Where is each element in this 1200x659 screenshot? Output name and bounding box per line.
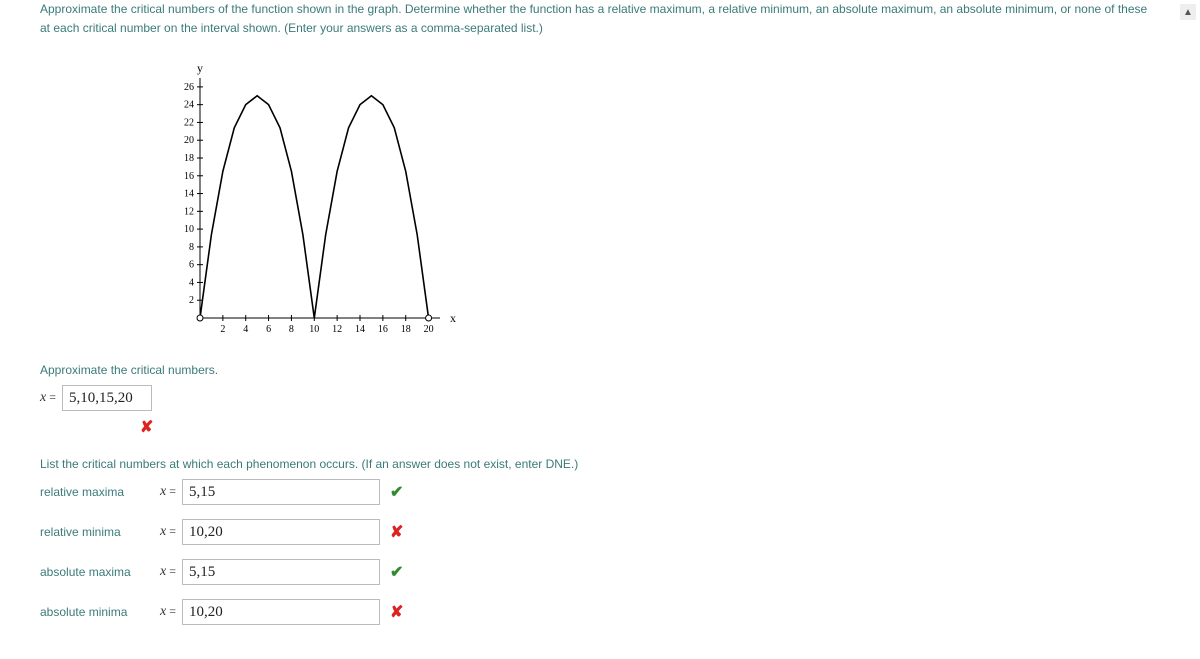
svg-text:2: 2: [220, 324, 225, 335]
svg-text:6: 6: [189, 260, 194, 271]
absolute-minima-row: absolute minima x = ✘: [40, 599, 1160, 625]
x-equals-label: x =: [160, 564, 176, 580]
x-equals-label: x =: [160, 604, 176, 620]
svg-text:y: y: [197, 61, 203, 75]
svg-text:6: 6: [266, 324, 271, 335]
relative-minima-row: relative minima x = ✘: [40, 519, 1160, 545]
svg-text:18: 18: [401, 324, 411, 335]
x-equals-label: x =: [160, 484, 176, 500]
absolute-minima-input[interactable]: [182, 599, 380, 625]
relative-maxima-label: relative maxima: [40, 485, 160, 499]
cross-icon: ✘: [390, 522, 403, 542]
cross-icon: ✘: [390, 602, 403, 622]
check-icon: ✔: [390, 482, 403, 502]
svg-text:20: 20: [424, 324, 434, 335]
relative-maxima-row: relative maxima x = ✔: [40, 479, 1160, 505]
svg-text:20: 20: [184, 136, 194, 147]
cross-icon: ✘: [140, 419, 153, 436]
relative-minima-input[interactable]: [182, 519, 380, 545]
critical-numbers-row: x =: [40, 385, 1160, 411]
svg-text:8: 8: [289, 324, 294, 335]
critical-numbers-mark: ✘: [130, 417, 1160, 437]
relative-maxima-input[interactable]: [182, 479, 380, 505]
x-equals-label: x =: [40, 390, 56, 406]
svg-text:10: 10: [184, 224, 194, 235]
function-graph: 24681012141618202468101214161820222426yx: [160, 58, 460, 348]
check-icon: ✔: [390, 562, 403, 582]
svg-text:2: 2: [189, 296, 194, 307]
svg-text:26: 26: [184, 82, 194, 93]
absolute-maxima-input[interactable]: [182, 559, 380, 585]
question-text: Approximate the critical numbers of the …: [40, 0, 1160, 38]
svg-text:22: 22: [184, 118, 194, 129]
svg-text:8: 8: [189, 242, 194, 253]
prompt-critical: Approximate the critical numbers.: [40, 363, 1160, 377]
critical-numbers-input[interactable]: [62, 385, 152, 411]
svg-text:14: 14: [184, 189, 194, 200]
svg-text:4: 4: [189, 278, 194, 289]
svg-text:24: 24: [184, 100, 194, 111]
svg-text:12: 12: [184, 207, 194, 218]
svg-text:16: 16: [184, 171, 194, 182]
svg-text:14: 14: [355, 324, 365, 335]
svg-text:x: x: [450, 311, 456, 325]
prompt-phenomena: List the critical numbers at which each …: [40, 457, 1160, 471]
scroll-up-button[interactable]: ▲: [1180, 4, 1196, 20]
absolute-maxima-row: absolute maxima x = ✔: [40, 559, 1160, 585]
x-equals-label: x =: [160, 524, 176, 540]
svg-text:18: 18: [184, 153, 194, 164]
relative-minima-label: relative minima: [40, 525, 160, 539]
graph: 24681012141618202468101214161820222426yx: [160, 58, 1160, 348]
absolute-maxima-label: absolute maxima: [40, 565, 160, 579]
svg-text:10: 10: [309, 324, 319, 335]
absolute-minima-label: absolute minima: [40, 605, 160, 619]
svg-text:4: 4: [243, 324, 248, 335]
svg-text:12: 12: [332, 324, 342, 335]
svg-text:16: 16: [378, 324, 388, 335]
